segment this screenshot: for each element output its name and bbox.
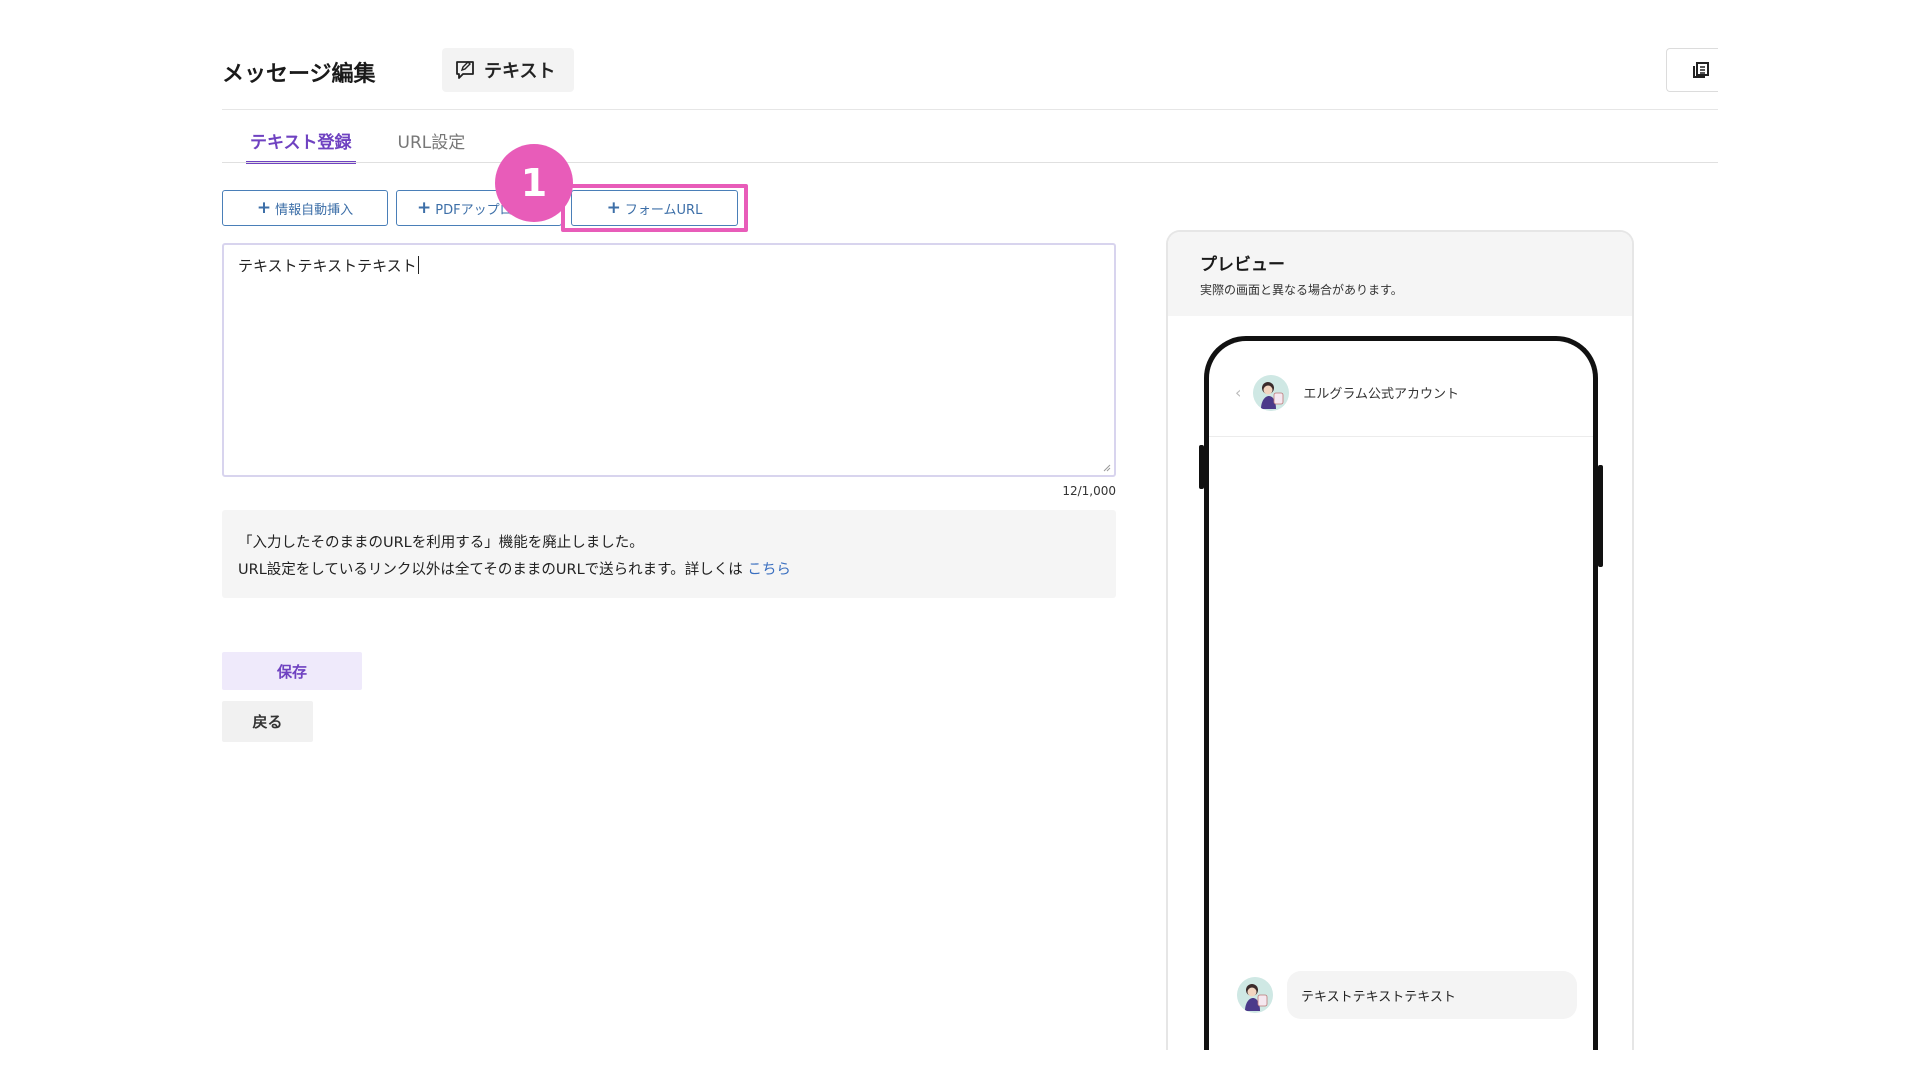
copy-list-icon [1693,62,1709,78]
header-divider [222,109,1718,110]
editor-tabs: テキスト登録 URL設定 [222,130,493,164]
preview-subtitle: 実際の画面と異なる場合があります。 [1200,283,1403,297]
tabs-divider [222,162,1718,163]
preview-panel: プレビュー 実際の画面と異なる場合があります。 ‹ エルグラム公式アカウント テ… [1166,230,1634,1050]
phone-side-button [1199,445,1204,489]
page: メッセージ編集 テキスト テキスト登録 URL設定 + 情報自動挿入 + PDF… [0,0,1920,1080]
chat-message-row: テキストテキストテキスト [1237,971,1577,1019]
notice-line-2-text: URL設定をしているリンク以外は全てそのままのURLで送られます。詳しくは [238,562,743,578]
plus-icon: + [417,198,432,218]
avatar-illustration-icon [1237,977,1273,1013]
phone-side-button [1598,465,1603,567]
tab-text-registration[interactable]: テキスト登録 [246,130,356,164]
message-avatar [1237,977,1273,1013]
text-caret [417,256,419,274]
insert-auto-info-label: 情報自動挿入 [275,202,354,218]
tab-url-settings[interactable]: URL設定 [370,130,494,164]
message-bubble: テキストテキストテキスト [1287,971,1577,1019]
phone-mockup: ‹ エルグラム公式アカウント テキストテキストテキスト [1199,336,1603,1050]
resize-handle-icon[interactable] [1101,462,1111,472]
avatar-illustration-icon [1253,374,1290,411]
message-type-label: テキスト [484,61,556,82]
account-name: エルグラム公式アカウント [1303,387,1460,402]
chat-header: ‹ エルグラム公式アカウント [1209,341,1593,437]
notice-line-2: URL設定をしているリンク以外は全てそのままのURLで送られます。詳しくは こち… [238,557,1100,584]
page-title: メッセージ編集 [222,62,376,87]
insert-auto-info-button[interactable]: + 情報自動挿入 [222,190,388,226]
notice-line-1: 「入力したそのままのURLを利用する」機能を廃止しました。 [238,535,644,551]
url-notice-box: 「入力したそのままのURLを利用する」機能を廃止しました。 URL設定をしている… [222,510,1116,598]
step-number-badge: 1 [495,144,573,222]
back-button[interactable]: 戻る [222,701,313,742]
character-counter: 12/1,000 [1062,484,1116,498]
preview-title: プレビュー [1200,255,1285,275]
notice-details-link[interactable]: こちら [747,562,791,578]
account-avatar [1253,374,1290,411]
plus-icon: + [256,198,272,218]
message-text-area[interactable]: テキストテキストテキスト [222,243,1116,477]
corner-action-button[interactable] [1666,48,1718,92]
message-text-value: テキストテキストテキスト [238,257,417,275]
preview-header: プレビュー 実際の画面と異なる場合があります。 [1168,232,1632,316]
chevron-left-icon: ‹ [1235,383,1242,402]
form-url-highlight [561,184,748,232]
save-button[interactable]: 保存 [222,652,362,690]
message-type-chip[interactable]: テキスト [442,48,574,92]
chat-edit-icon [456,61,474,79]
